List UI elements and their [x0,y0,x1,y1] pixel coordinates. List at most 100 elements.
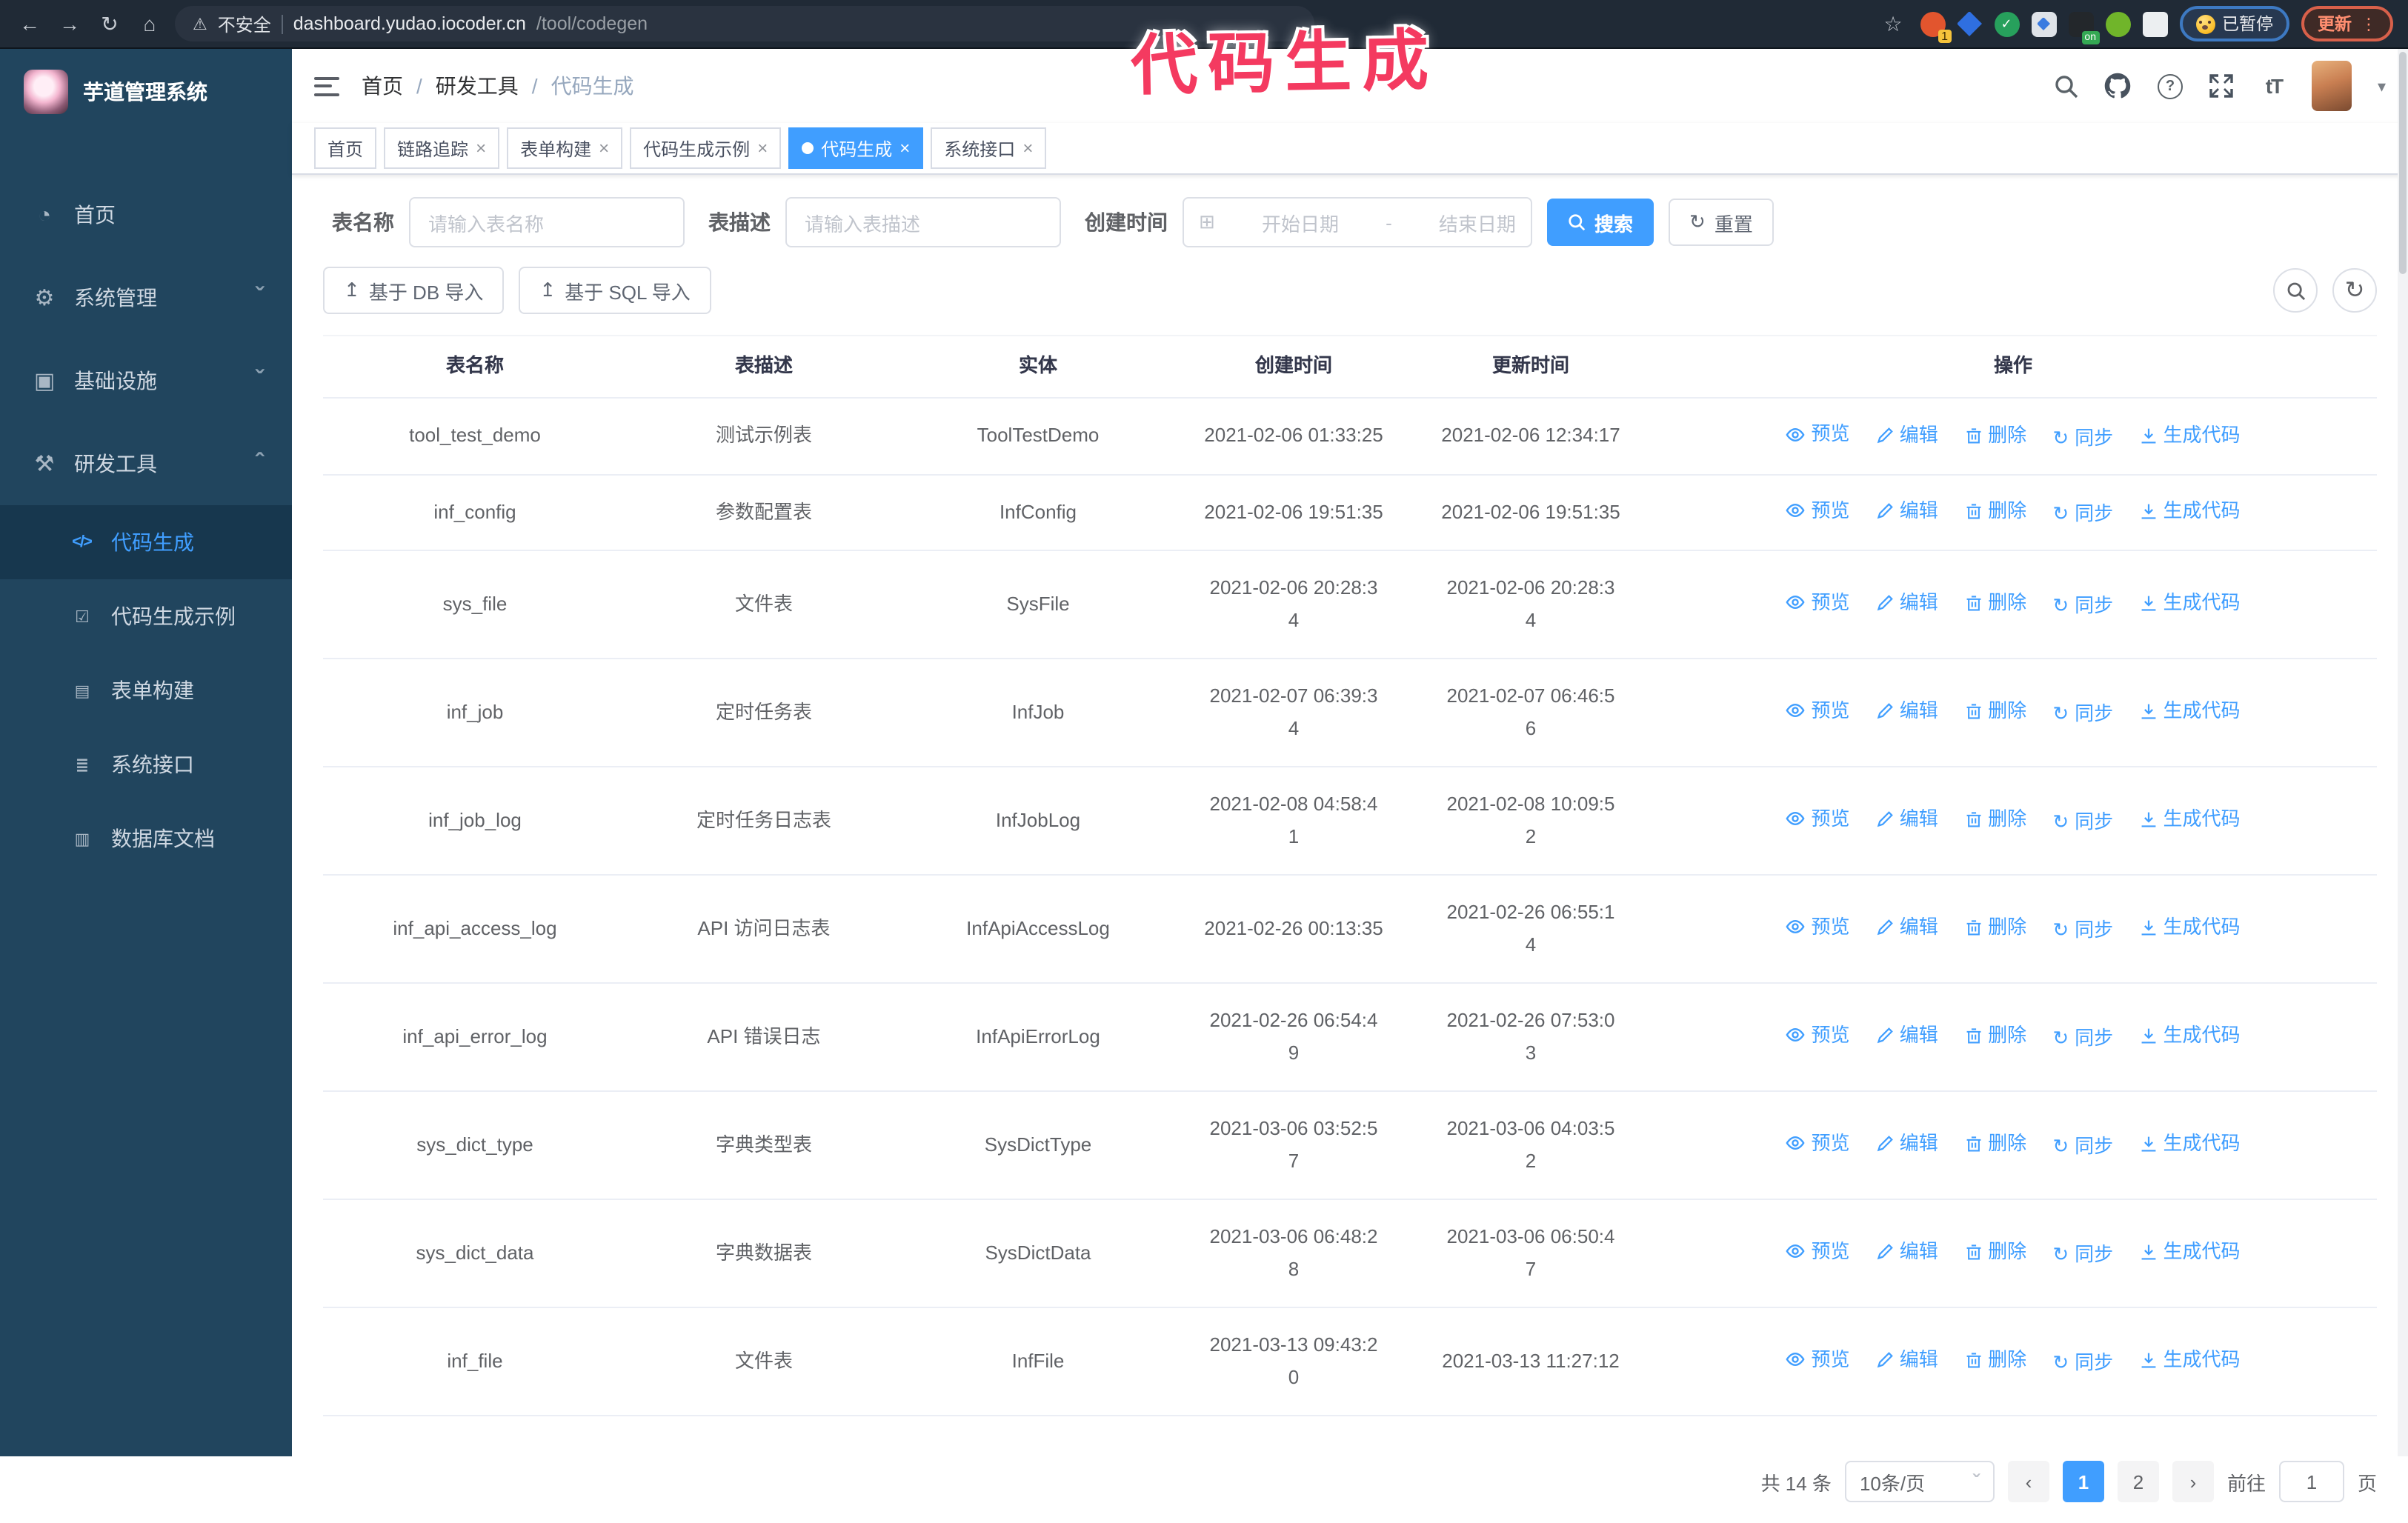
delete-link[interactable]: 删除 [1964,420,2026,450]
import-sql-button[interactable]: ↥ 基于 SQL 导入 [519,267,711,314]
reset-button[interactable]: ↻ 重置 [1669,199,1774,246]
edit-link[interactable]: 编辑 [1876,1130,1938,1159]
sidebar-subitem[interactable]: ≣ 系统接口 [0,727,292,802]
home-icon[interactable]: ⌂ [135,12,164,36]
edit-link[interactable]: 编辑 [1876,1238,1938,1267]
generate-code-link[interactable]: 生成代码 [2139,697,2240,727]
import-db-button[interactable]: ↥ 基于 DB 导入 [323,267,505,314]
preview-link[interactable]: 预览 [1786,1237,1850,1267]
avatar[interactable] [2312,61,2352,111]
preview-link[interactable]: 预览 [1786,1345,1850,1375]
table-desc-input[interactable]: 请输入表描述 [785,197,1061,247]
delete-link[interactable]: 删除 [1964,805,2026,835]
page-size-select[interactable]: 10条/页 ˇ [1844,1461,1995,1502]
extension-icon-7[interactable] [2142,11,2167,36]
sync-link[interactable]: ↻ 同步 [2052,1241,2113,1270]
next-page-button[interactable]: › [2172,1461,2214,1502]
generate-code-link[interactable]: 生成代码 [2139,1130,2240,1159]
sidebar-subitem[interactable]: </> 代码生成 [0,505,292,579]
tab[interactable]: 代码生成示例 × [630,127,782,169]
close-icon[interactable]: × [899,138,910,159]
edit-link[interactable]: 编辑 [1876,913,1938,943]
back-icon[interactable]: ← [15,12,44,36]
sidebar-item[interactable]: ⚙ 系统管理 ˇ [0,256,292,339]
preview-link[interactable]: 预览 [1786,496,1850,525]
delete-link[interactable]: 删除 [1964,1238,2026,1267]
sidebar-subitem[interactable]: ▤ 表单构建 [0,653,292,727]
close-icon[interactable]: × [1022,138,1033,159]
delete-link[interactable]: 删除 [1964,1022,2026,1051]
extension-icon-6[interactable] [2105,11,2130,36]
generate-code-link[interactable]: 生成代码 [2139,1238,2240,1267]
close-icon[interactable]: × [599,138,609,159]
sync-link[interactable]: ↻ 同步 [2052,808,2113,838]
edit-link[interactable]: 编辑 [1876,1022,1938,1051]
preview-link[interactable]: 预览 [1786,1021,1850,1050]
search-button[interactable]: 搜索 [1547,199,1654,246]
extension-icon-2[interactable] [1957,11,1982,36]
delete-link[interactable]: 删除 [1964,589,2026,619]
preview-link[interactable]: 预览 [1786,913,1850,942]
update-button[interactable]: 更新 ⋮ [2301,6,2393,41]
edit-link[interactable]: 编辑 [1876,697,1938,727]
edit-link[interactable]: 编辑 [1876,805,1938,835]
extension-icon-5[interactable]: on [2068,11,2099,44]
refresh-button[interactable]: ↻ [2332,268,2377,313]
tab[interactable]: 代码生成 × [788,127,924,169]
page-button-2[interactable]: 2 [2117,1461,2159,1502]
breadcrumb-home[interactable]: 首页 [362,71,403,101]
page-button-1[interactable]: 1 [2062,1461,2104,1502]
edit-link[interactable]: 编辑 [1876,496,1938,526]
sync-link[interactable]: ↻ 同步 [2052,1024,2113,1054]
preview-link[interactable]: 预览 [1786,588,1850,618]
generate-code-link[interactable]: 生成代码 [2139,1022,2240,1051]
help-icon[interactable]: ? [2157,73,2184,99]
date-range-picker[interactable]: ⊞ 开始日期 - 结束日期 [1183,197,1532,247]
bookmark-star-icon[interactable]: ☆ [1878,11,1908,36]
delete-link[interactable]: 删除 [1964,697,2026,727]
sync-link[interactable]: ↻ 同步 [2052,916,2113,946]
github-icon[interactable] [2105,73,2132,99]
extension-icon-3[interactable]: ✓ [1994,11,2019,36]
delete-link[interactable]: 删除 [1964,1130,2026,1159]
reload-icon[interactable]: ↻ [95,11,124,36]
sidebar-subitem[interactable]: ▥ 数据库文档 [0,802,292,876]
tab[interactable]: 表单构建 × [507,127,623,169]
preview-link[interactable]: 预览 [1786,696,1850,726]
sidebar-item[interactable]: ⚒ 研发工具 ˆ [0,422,292,505]
extension-icon-4[interactable] [2031,11,2056,36]
sidebar-subitem[interactable]: ☑ 代码生成示例 [0,579,292,653]
table-name-input[interactable]: 请输入表名称 [409,197,685,247]
browser-scrollbar[interactable] [2398,49,2408,1456]
close-icon[interactable]: × [476,138,486,159]
extension-icon-1[interactable]: 1 [1920,11,1951,42]
sync-link[interactable]: ↻ 同步 [2052,700,2113,730]
paused-badge[interactable]: 已暂停 [2179,6,2289,41]
preview-link[interactable]: 预览 [1786,1129,1850,1159]
generate-code-link[interactable]: 生成代码 [2139,1346,2240,1376]
font-size-icon[interactable]: tT [2261,73,2287,99]
delete-link[interactable]: 删除 [1964,496,2026,526]
sync-link[interactable]: ↻ 同步 [2052,592,2113,621]
generate-code-link[interactable]: 生成代码 [2139,805,2240,835]
address-bar[interactable]: ⚠ 不安全 dashboard.yudao.iocoder.cn/tool/co… [175,6,1314,41]
delete-link[interactable]: 删除 [1964,913,2026,943]
sidebar-toggle-icon[interactable] [314,76,339,96]
sidebar-item[interactable]: ◔ 首页 [0,173,292,256]
tab[interactable]: 系统接口 × [931,127,1047,169]
tab[interactable]: 首页 × [314,127,377,169]
generate-code-link[interactable]: 生成代码 [2139,913,2240,943]
generate-code-link[interactable]: 生成代码 [2139,420,2240,450]
sidebar-item[interactable]: ▣ 基础设施 ˇ [0,339,292,422]
sync-link[interactable]: ↻ 同步 [2052,1349,2113,1379]
edit-link[interactable]: 编辑 [1876,1346,1938,1376]
fullscreen-icon[interactable] [2209,73,2235,99]
toggle-search-button[interactable] [2273,268,2318,313]
goto-page-input[interactable]: 1 [2278,1461,2344,1502]
prev-page-button[interactable]: ‹ [2007,1461,2049,1502]
search-icon[interactable] [2053,73,2080,99]
edit-link[interactable]: 编辑 [1876,420,1938,450]
edit-link[interactable]: 编辑 [1876,589,1938,619]
chevron-down-icon[interactable]: ▾ [2378,76,2386,96]
tab[interactable]: 链路追踪 × [384,127,500,169]
